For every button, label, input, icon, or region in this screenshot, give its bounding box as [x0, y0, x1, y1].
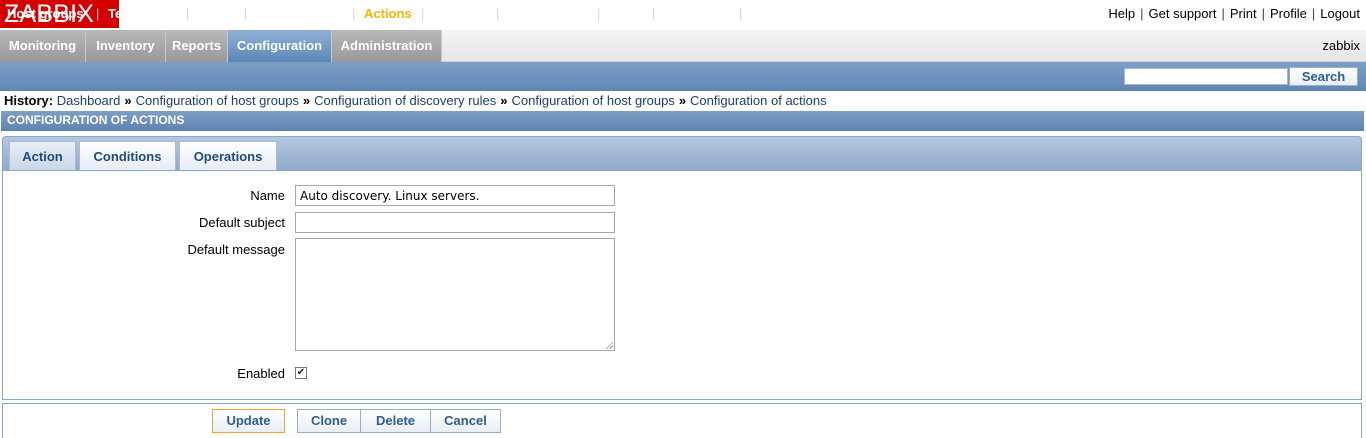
tab-conditions[interactable]: Conditions [79, 141, 176, 171]
submenu-hosts[interactable]: Hosts [198, 6, 234, 21]
separator: | [352, 6, 356, 21]
default-subject-label: Default subject [199, 215, 285, 230]
separator: | [186, 6, 190, 21]
history-item-dashboard[interactable]: Dashboard [57, 93, 121, 108]
enabled-label: Enabled [237, 366, 285, 381]
update-button[interactable]: Update [212, 409, 285, 433]
tabs-bar: Action Conditions Operations [2, 136, 1362, 171]
search-input[interactable] [1124, 68, 1288, 85]
submenu-it-services[interactable]: IT services [751, 6, 818, 21]
separator: | [597, 6, 601, 21]
separator: | [1140, 6, 1144, 21]
separator: | [244, 6, 248, 21]
default-message-label: Default message [187, 242, 285, 257]
submenu-screens[interactable]: Screens [433, 6, 484, 21]
resize-handle-icon[interactable] [605, 341, 613, 349]
form-footer [2, 403, 1362, 438]
separator: | [739, 6, 743, 21]
logout-link[interactable]: Logout [1320, 6, 1360, 21]
history-item-discovery-rules[interactable]: Configuration of discovery rules [314, 93, 496, 108]
separator: | [652, 6, 656, 21]
default-message-textarea[interactable] [295, 238, 615, 351]
separator: | [496, 6, 500, 21]
breadcrumb-separator: » [302, 93, 311, 108]
cancel-button[interactable]: Cancel [430, 409, 501, 433]
page-title: CONFIGURATION OF ACTIONS [1, 111, 1364, 131]
top-links: Help | Get support | Print | Profile | Logout [1108, 6, 1360, 21]
submenu-discovery[interactable]: Discovery [664, 6, 726, 21]
separator: | [1261, 6, 1265, 21]
separator: | [1311, 6, 1316, 21]
delete-button[interactable]: Delete [360, 409, 431, 433]
main-menu-configuration[interactable]: Configuration [228, 30, 332, 62]
enabled-checkbox[interactable]: ✔ [295, 367, 307, 379]
profile-link[interactable]: Profile [1270, 6, 1307, 21]
main-menu-inventory[interactable]: Inventory [86, 30, 166, 62]
separator: | [421, 6, 425, 21]
submenu-maps[interactable]: Maps [609, 6, 642, 21]
submenu-host-groups[interactable]: Host groups [7, 6, 84, 21]
submenu-maintenance[interactable]: Maintenance [256, 6, 335, 21]
breadcrumb: History: Dashboard» Configuration of host… [4, 93, 827, 108]
help-link[interactable]: Help [1108, 6, 1135, 21]
breadcrumb-separator: » [500, 93, 508, 108]
main-menu-monitoring[interactable]: Monitoring [0, 30, 86, 62]
submenu-slide-shows[interactable]: Slide shows [508, 6, 583, 21]
separator: | [96, 6, 100, 21]
print-link[interactable]: Print [1230, 6, 1257, 21]
separator: | [1221, 6, 1225, 21]
search-button[interactable]: Search [1289, 67, 1358, 86]
tab-action[interactable]: Action [9, 141, 76, 171]
clone-button[interactable]: Clone [297, 409, 361, 433]
main-menu-administration[interactable]: Administration [332, 30, 442, 62]
submenu-templates[interactable]: Templates [108, 6, 171, 21]
history-item-host-groups[interactable]: Configuration of host groups [136, 93, 299, 108]
name-input[interactable] [295, 185, 615, 206]
history-item-host-groups-2[interactable]: Configuration of host groups [511, 93, 674, 108]
history-item-actions[interactable]: Configuration of actions [690, 93, 827, 108]
name-label: Name [250, 188, 285, 203]
username: zabbix [1322, 38, 1360, 53]
history-label: History: [4, 93, 54, 108]
submenu-actions[interactable]: Actions [364, 6, 412, 21]
tab-operations[interactable]: Operations [179, 141, 277, 171]
breadcrumb-separator: » [678, 93, 687, 108]
main-menu-reports[interactable]: Reports [166, 30, 228, 62]
get-support-link[interactable]: Get support [1149, 6, 1217, 21]
default-subject-input[interactable] [295, 212, 615, 233]
main-menu: Monitoring Inventory Reports Configurati… [0, 30, 1366, 62]
breadcrumb-separator: » [124, 93, 132, 108]
